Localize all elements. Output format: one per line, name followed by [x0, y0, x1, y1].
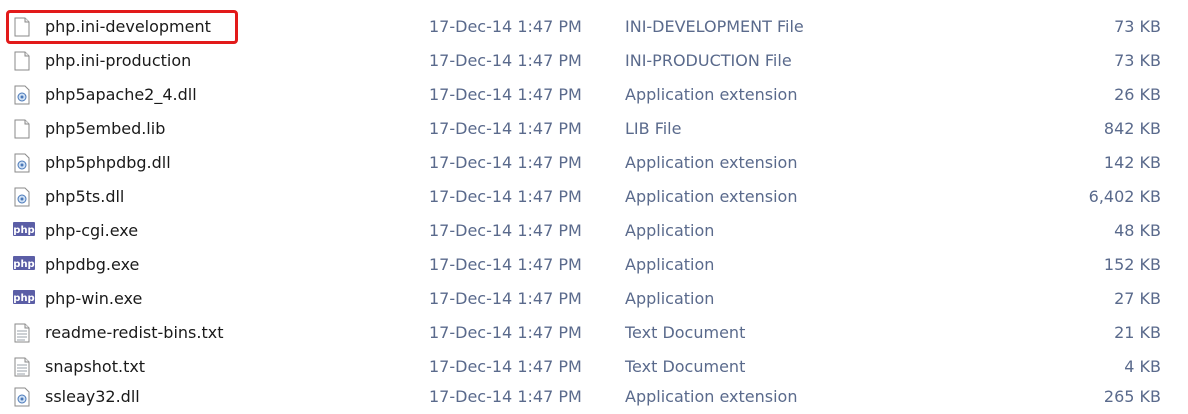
file-type: Text Document [625, 323, 746, 342]
dll-icon [13, 187, 33, 207]
file-icon [13, 17, 33, 37]
php-exe-icon: php [13, 221, 35, 241]
file-name: php-win.exe [45, 289, 143, 308]
svg-text:php: php [13, 259, 34, 270]
file-size: 21 KB [1114, 323, 1161, 342]
file-date: 17-Dec-14 1:47 PM [429, 221, 582, 240]
file-date: 17-Dec-14 1:47 PM [429, 51, 582, 70]
file-size: 27 KB [1114, 289, 1161, 308]
file-row[interactable]: php5embed.lib 17-Dec-14 1:47 PM LIB File… [0, 112, 1188, 146]
text-file-icon [13, 357, 33, 377]
file-type: Application [625, 255, 715, 274]
file-type: Application extension [625, 153, 798, 172]
file-size: 152 KB [1103, 255, 1161, 274]
dll-icon [13, 387, 33, 407]
text-file-icon [13, 323, 33, 343]
file-name: snapshot.txt [45, 357, 146, 376]
file-row[interactable]: php.ini-development 17-Dec-14 1:47 PM IN… [0, 10, 1188, 44]
file-date: 17-Dec-14 1:47 PM [429, 323, 582, 342]
file-type: INI-PRODUCTION File [625, 51, 792, 70]
file-size: 26 KB [1114, 85, 1161, 104]
file-type: INI-DEVELOPMENT File [625, 17, 804, 36]
file-icon-cell [13, 380, 35, 414]
file-icon-cell: php [13, 214, 35, 248]
file-row[interactable]: php php-cgi.exe 17-Dec-14 1:47 PM Applic… [0, 214, 1188, 248]
file-row[interactable]: php phpdbg.exe 17-Dec-14 1:47 PM Applica… [0, 248, 1188, 282]
file-icon-cell [13, 44, 35, 78]
file-type: Application [625, 221, 715, 240]
file-row[interactable]: php5apache2_4.dll 17-Dec-14 1:47 PM Appl… [0, 78, 1188, 112]
file-name: ssleay32.dll [45, 387, 140, 406]
file-name: readme-redist-bins.txt [45, 323, 224, 342]
file-icon-cell [13, 146, 35, 180]
file-date: 17-Dec-14 1:47 PM [429, 153, 582, 172]
file-date: 17-Dec-14 1:47 PM [429, 289, 582, 308]
file-date: 17-Dec-14 1:47 PM [429, 387, 582, 406]
file-icon-cell [13, 180, 35, 214]
dll-icon [13, 153, 33, 173]
file-type: Application extension [625, 187, 798, 206]
file-size: 73 KB [1114, 51, 1161, 70]
file-type: Application [625, 289, 715, 308]
file-row[interactable]: php5ts.dll 17-Dec-14 1:47 PM Application… [0, 180, 1188, 214]
file-name: php.ini-development [45, 17, 211, 36]
file-row[interactable]: ssleay32.dll 17-Dec-14 1:47 PM Applicati… [0, 380, 1188, 414]
file-icon-cell [13, 78, 35, 112]
file-size: 48 KB [1114, 221, 1161, 240]
file-size: 6,402 KB [1088, 187, 1161, 206]
file-name: php-cgi.exe [45, 221, 139, 240]
file-row[interactable]: readme-redist-bins.txt 17-Dec-14 1:47 PM… [0, 316, 1188, 350]
file-icon-cell [13, 112, 35, 146]
file-type: Application extension [625, 387, 798, 406]
file-date: 17-Dec-14 1:47 PM [429, 187, 582, 206]
file-row[interactable]: php5phpdbg.dll 17-Dec-14 1:47 PM Applica… [0, 146, 1188, 180]
file-icon [13, 119, 33, 139]
file-name: php5phpdbg.dll [45, 153, 171, 172]
file-type: Application extension [625, 85, 798, 104]
file-name: php.ini-production [45, 51, 192, 70]
file-type: LIB File [625, 119, 682, 138]
file-size: 265 KB [1103, 387, 1161, 406]
file-date: 17-Dec-14 1:47 PM [429, 255, 582, 274]
file-icon-cell [13, 350, 35, 384]
svg-text:php: php [13, 225, 34, 236]
file-row[interactable]: php.ini-production 17-Dec-14 1:47 PM INI… [0, 44, 1188, 78]
file-date: 17-Dec-14 1:47 PM [429, 357, 582, 376]
file-name: php5apache2_4.dll [45, 85, 197, 104]
file-date: 17-Dec-14 1:47 PM [429, 17, 582, 36]
file-date: 17-Dec-14 1:47 PM [429, 119, 582, 138]
file-type: Text Document [625, 357, 746, 376]
php-exe-icon: php [13, 289, 35, 309]
file-name: phpdbg.exe [45, 255, 140, 274]
file-size: 4 KB [1124, 357, 1161, 376]
file-name: php5ts.dll [45, 187, 125, 206]
file-size: 73 KB [1114, 17, 1161, 36]
file-row[interactable]: snapshot.txt 17-Dec-14 1:47 PM Text Docu… [0, 350, 1188, 384]
file-icon-cell [13, 316, 35, 350]
dll-icon [13, 85, 33, 105]
file-icon-cell: php [13, 248, 35, 282]
file-size: 142 KB [1103, 153, 1161, 172]
file-size: 842 KB [1103, 119, 1161, 138]
file-row[interactable]: php php-win.exe 17-Dec-14 1:47 PM Applic… [0, 282, 1188, 316]
file-icon-cell: php [13, 282, 35, 316]
file-icon [13, 51, 33, 71]
svg-text:php: php [13, 293, 34, 304]
file-icon-cell [13, 10, 35, 44]
file-name: php5embed.lib [45, 119, 166, 138]
file-date: 17-Dec-14 1:47 PM [429, 85, 582, 104]
php-exe-icon: php [13, 255, 35, 275]
